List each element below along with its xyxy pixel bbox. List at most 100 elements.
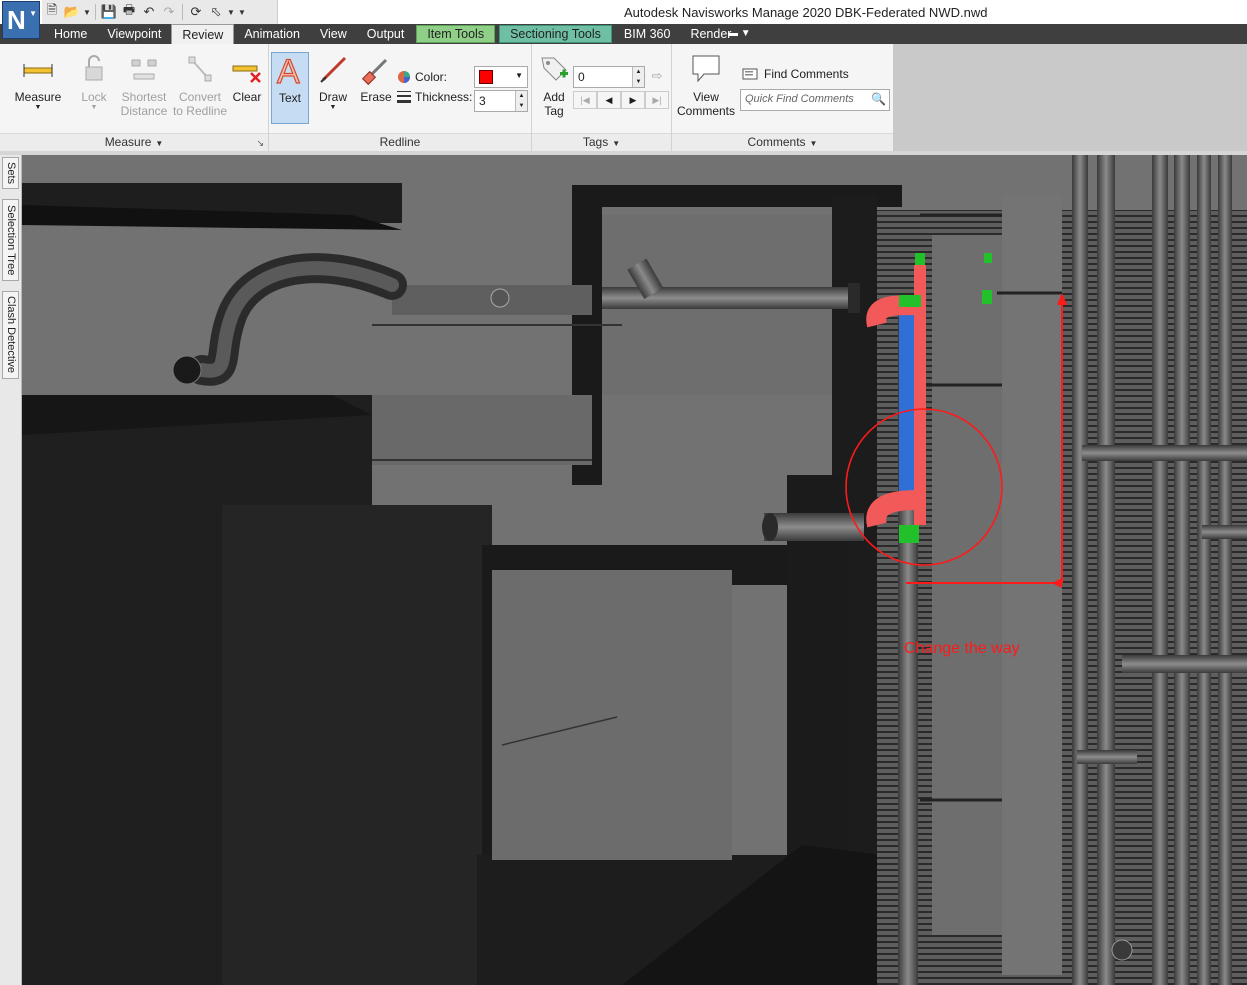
- redline-panel: A Text Draw ▼ Erase Color: ▼ Thickness: …: [269, 44, 532, 151]
- green-clash-fitting: [899, 525, 919, 543]
- tab-home[interactable]: Home: [44, 24, 97, 44]
- vertical-shaft: [1002, 195, 1062, 975]
- clear-button[interactable]: Clear: [228, 52, 266, 104]
- quick-find-comments-input[interactable]: Quick Find Comments 🔍: [740, 89, 890, 111]
- chevron-down-icon: ▼: [155, 139, 164, 148]
- application-menu-button[interactable]: N ▼: [2, 1, 40, 39]
- ribbon-empty-area: [893, 44, 1247, 151]
- ribbon-options-icon[interactable]: ▬ ▼: [728, 28, 751, 39]
- pipe-flange: [848, 283, 860, 313]
- color-picker[interactable]: ▼: [474, 66, 528, 88]
- tab-viewpoint[interactable]: Viewpoint: [97, 24, 171, 44]
- horizontal-pipe: [1077, 750, 1137, 764]
- save-icon[interactable]: 💾: [99, 2, 119, 22]
- app-logo-letter: N: [7, 5, 26, 35]
- customize-qat-icon[interactable]: ▼: [236, 2, 248, 22]
- find-comments-icon: [742, 68, 758, 80]
- go-to-tag-icon[interactable]: ⇨: [648, 68, 666, 86]
- redline-panel-title-text: Redline: [379, 135, 421, 149]
- qat-separator: [95, 4, 96, 20]
- next-tag-icon[interactable]: ▶: [621, 91, 645, 109]
- color-label: Color:: [415, 70, 448, 84]
- last-tag-icon[interactable]: ▶|: [645, 91, 669, 109]
- view-comments-button[interactable]: View Comments: [676, 52, 736, 118]
- spinner-arrows[interactable]: ▲ ▼: [515, 91, 527, 111]
- horizontal-pipe: [1082, 445, 1247, 461]
- vertical-shaft: [932, 235, 1002, 935]
- convert-to-redline-button[interactable]: Convert to Redline: [172, 52, 228, 118]
- tab-review[interactable]: Review: [171, 24, 235, 45]
- tags-panel: Add Tag 0 ▲ ▼ ⇨ |◀ ◀ ▶ ▶| Tags ▼: [532, 44, 672, 151]
- redline-annotation-text: Change the way: [904, 640, 1020, 657]
- tab-bim-360[interactable]: BIM 360: [614, 24, 681, 44]
- vertical-pipe: [1152, 155, 1168, 985]
- tab-item-tools[interactable]: Item Tools: [416, 25, 496, 43]
- tag-id-spinner[interactable]: 0 ▲ ▼: [573, 66, 645, 88]
- tags-panel-title[interactable]: Tags ▼: [532, 133, 671, 151]
- dock-tab-selection-tree[interactable]: Selection Tree: [2, 199, 19, 281]
- previous-tag-icon[interactable]: ◀: [597, 91, 621, 109]
- dock-tab-sets[interactable]: Sets: [2, 157, 19, 189]
- view-comments-line2: Comments: [676, 104, 735, 118]
- quick-find-search-icon[interactable]: 🔍: [871, 92, 886, 106]
- add-tag-icon: [538, 52, 570, 86]
- chevron-down-icon: ▼: [90, 104, 98, 111]
- open-dropdown-icon[interactable]: ▼: [82, 2, 92, 22]
- tab-view[interactable]: View: [310, 24, 357, 44]
- thickness-spinner[interactable]: 3 ▲ ▼: [474, 90, 528, 112]
- add-tag-button[interactable]: Add Tag: [536, 52, 572, 118]
- tab-animation[interactable]: Animation: [234, 24, 310, 44]
- measure-panel: Measure ▼ Lock ▼ Shortest Distance Conve…: [0, 44, 269, 151]
- redo-icon[interactable]: ↷: [159, 2, 179, 22]
- tab-output[interactable]: Output: [357, 24, 415, 44]
- convert-to-redline-icon: [184, 52, 216, 86]
- erase-label: Erase: [360, 90, 392, 104]
- select-cursor-icon[interactable]: ⬁: [206, 2, 226, 22]
- tab-sectioning-tools[interactable]: Sectioning Tools: [499, 25, 612, 43]
- ribbon-tab-bar: Home Viewpoint Review Animation View Out…: [0, 24, 1247, 45]
- measure-icon: [22, 52, 54, 86]
- comments-panel-title[interactable]: Comments ▼: [672, 133, 893, 151]
- wall-plane: [492, 570, 732, 860]
- measure-label: Measure: [14, 90, 62, 104]
- refresh-icon[interactable]: ⟳: [186, 2, 206, 22]
- draw-pencil-icon: [317, 52, 349, 86]
- 3d-viewport[interactable]: Change the way: [22, 155, 1247, 985]
- left-dock: Sets Selection Tree Clash Detective: [0, 155, 22, 985]
- measure-button[interactable]: Measure ▼: [10, 52, 66, 112]
- wall-plane: [372, 395, 592, 465]
- shortest-label-line2: Distance: [120, 104, 168, 118]
- lock-button[interactable]: Lock ▼: [72, 52, 116, 112]
- horizontal-pipe: [1202, 525, 1247, 539]
- redline-erase-button[interactable]: Erase: [357, 52, 395, 104]
- pipe-end: [172, 355, 202, 385]
- print-icon[interactable]: 🖶: [119, 2, 139, 22]
- shortest-distance-button[interactable]: Shortest Distance: [118, 52, 170, 118]
- color-wheel-icon: [398, 71, 410, 83]
- dock-tab-clash-detective[interactable]: Clash Detective: [2, 291, 19, 379]
- draw-label: Draw: [318, 90, 347, 104]
- find-comments-button[interactable]: Find Comments: [742, 66, 849, 82]
- clear-label: Clear: [232, 90, 262, 104]
- first-tag-icon[interactable]: |◀: [573, 91, 597, 109]
- svg-text:A: A: [277, 53, 300, 87]
- text-label: Text: [278, 91, 301, 105]
- redline-text-button[interactable]: A Text: [271, 52, 309, 124]
- text-redline-icon: A: [274, 52, 306, 91]
- convert-label-line2: to Redline: [172, 104, 228, 118]
- redline-draw-button[interactable]: Draw ▼: [313, 52, 353, 112]
- find-comments-label: Find Comments: [764, 67, 849, 81]
- measure-panel-title[interactable]: Measure ▼ ↘: [0, 133, 268, 151]
- new-file-icon[interactable]: 🗎: [42, 2, 62, 22]
- open-folder-icon[interactable]: 📂: [62, 2, 82, 22]
- view-comments-line1: View: [693, 90, 719, 104]
- undo-icon[interactable]: ↶: [139, 2, 159, 22]
- speech-bubble-icon: [690, 52, 722, 86]
- dialog-launcher-icon[interactable]: ↘: [256, 135, 264, 152]
- line-thickness-icon: [397, 91, 411, 103]
- spinner-arrows[interactable]: ▲ ▼: [632, 67, 644, 87]
- clear-measure-icon: [231, 52, 263, 86]
- green-clash-fitting: [915, 253, 925, 265]
- pipe-end: [762, 513, 778, 541]
- select-dropdown-icon[interactable]: ▼: [226, 2, 236, 22]
